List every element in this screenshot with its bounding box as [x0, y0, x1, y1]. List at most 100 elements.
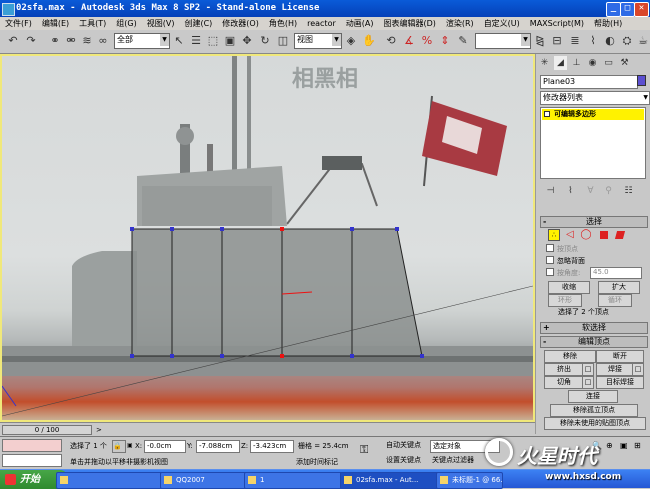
- time-slider[interactable]: 0 / 100 >: [0, 422, 535, 436]
- extrude-settings-button[interactable]: □: [582, 363, 594, 376]
- minimize-button[interactable]: _: [606, 2, 621, 17]
- maximize-button[interactable]: □: [620, 2, 635, 17]
- menu-customize[interactable]: 自定义(U): [479, 17, 525, 30]
- hierarchy-tab-icon[interactable]: ⊥: [570, 56, 583, 70]
- modifier-list-dropdown[interactable]: 修改器列表 ▼: [540, 91, 650, 105]
- configure-sets-icon[interactable]: ☷: [622, 184, 635, 198]
- close-button[interactable]: ✕: [634, 2, 649, 17]
- menu-maxscript[interactable]: MAXScript(M): [525, 17, 589, 30]
- grow-button[interactable]: 扩大: [598, 281, 640, 294]
- make-unique-icon[interactable]: ∀: [584, 184, 597, 198]
- menu-reactor[interactable]: reactor: [302, 17, 341, 30]
- element-mode-icon[interactable]: [614, 231, 626, 239]
- remove-isolated-vertices-button[interactable]: 移除孤立顶点: [550, 404, 638, 417]
- shrink-button[interactable]: 收缩: [548, 281, 590, 294]
- named-selection-icon[interactable]: ✎: [456, 34, 470, 48]
- modify-tab-icon[interactable]: ◢: [554, 56, 567, 70]
- menu-file[interactable]: 文件(F): [0, 17, 37, 30]
- loop-button[interactable]: 循环: [598, 294, 632, 307]
- task-blank[interactable]: [56, 472, 173, 489]
- mirror-icon[interactable]: ⧎: [533, 34, 547, 48]
- key-filters-button[interactable]: 关键点过滤器: [432, 455, 474, 465]
- spinner-snap-icon[interactable]: ⇕: [438, 34, 452, 48]
- menu-animation[interactable]: 动画(A): [341, 17, 379, 30]
- align-icon[interactable]: ⊟: [550, 34, 564, 48]
- x-coordinate-field[interactable]: -0.0cm: [144, 440, 186, 453]
- ignore-backfacing-checkbox[interactable]: 忽略背面: [546, 256, 585, 266]
- vertex-mode-icon[interactable]: ∴: [548, 229, 560, 241]
- select-manipulate-icon[interactable]: ✋: [362, 34, 376, 48]
- window-crossing-icon[interactable]: ▣: [223, 34, 237, 48]
- maxscript-listener[interactable]: [2, 439, 62, 452]
- layer-manager-icon[interactable]: ≣: [568, 34, 582, 48]
- remove-unused-map-vertices-button[interactable]: 移除未使用的贴图顶点: [544, 417, 646, 430]
- remove-modifier-icon[interactable]: ⚲: [602, 184, 615, 198]
- utilities-tab-icon[interactable]: ⚒: [618, 56, 631, 70]
- select-move-icon[interactable]: ✥: [240, 34, 254, 48]
- y-coordinate-field[interactable]: -7.088cm: [196, 440, 240, 453]
- motion-tab-icon[interactable]: ◉: [586, 56, 599, 70]
- link-chain-icon[interactable]: ∞: [96, 34, 110, 48]
- viewport-perspective[interactable]: 相黑相: [0, 54, 535, 422]
- chamfer-button[interactable]: 切角: [544, 376, 584, 389]
- by-vertex-checkbox[interactable]: 按顶点: [546, 244, 578, 254]
- target-weld-button[interactable]: 目标焊接: [596, 376, 644, 389]
- menu-group[interactable]: 组(G): [111, 17, 141, 30]
- lock-selection-icon[interactable]: 🔒: [112, 440, 126, 453]
- selection-filter-dropdown[interactable]: 全部 ▼: [114, 33, 170, 49]
- pin-stack-icon[interactable]: ⊣: [544, 184, 557, 198]
- select-object-icon[interactable]: ↖: [172, 34, 186, 48]
- auto-key-button[interactable]: 自动关键点: [386, 440, 421, 450]
- snap-toggle-icon[interactable]: ⟲: [384, 34, 398, 48]
- menu-create[interactable]: 创建(C): [179, 17, 217, 30]
- render-scene-icon[interactable]: ⛭: [620, 34, 634, 48]
- expand-icon[interactable]: [544, 111, 550, 117]
- maxscript-input[interactable]: [2, 454, 62, 467]
- weld-button[interactable]: 焊接: [596, 363, 634, 376]
- polygon-mode-icon[interactable]: [600, 231, 608, 239]
- selected-vertex-top[interactable]: [280, 227, 284, 231]
- menu-character[interactable]: 角色(H): [264, 17, 302, 30]
- quick-render-icon[interactable]: ☕: [636, 34, 650, 48]
- object-name-field[interactable]: Plane03: [540, 75, 638, 89]
- stack-item-editable-poly[interactable]: 可编辑多边形: [542, 109, 644, 120]
- unlink-icon[interactable]: ⚮: [64, 34, 78, 48]
- menu-views[interactable]: 视图(V): [142, 17, 180, 30]
- next-frame-icon[interactable]: >: [96, 425, 102, 435]
- select-by-name-icon[interactable]: ☰: [189, 34, 203, 48]
- extrude-button[interactable]: 挤出: [544, 363, 584, 376]
- z-coordinate-field[interactable]: -3.423cm: [250, 440, 294, 453]
- menu-help[interactable]: 帮助(H): [589, 17, 627, 30]
- named-selection-dropdown[interactable]: ▼: [475, 33, 531, 49]
- show-end-result-icon[interactable]: ⌇: [564, 184, 577, 198]
- task-folder-1[interactable]: 1: [244, 472, 353, 489]
- menu-tools[interactable]: 工具(T): [74, 17, 111, 30]
- menu-rendering[interactable]: 渲染(R): [441, 17, 479, 30]
- connect-button[interactable]: 连接: [568, 390, 618, 403]
- pivot-center-icon[interactable]: ◈: [344, 34, 358, 48]
- add-time-tag[interactable]: 添加时间标记: [296, 457, 338, 467]
- rect-selection-icon[interactable]: ⬚: [206, 34, 220, 48]
- set-key-button[interactable]: 设置关键点: [386, 455, 421, 465]
- chamfer-settings-button[interactable]: □: [582, 376, 594, 389]
- remove-button[interactable]: 移除: [544, 350, 596, 363]
- selected-vertex-bottom[interactable]: [280, 354, 284, 358]
- undo-icon[interactable]: ↶: [6, 34, 20, 48]
- edit-vertices-rollout-header[interactable]: - 编辑顶点: [540, 336, 648, 348]
- link-icon[interactable]: ⚭: [48, 34, 62, 48]
- angle-spinner[interactable]: 45.0: [590, 267, 642, 279]
- curve-editor-icon[interactable]: ⌇: [586, 34, 600, 48]
- display-tab-icon[interactable]: ▭: [602, 56, 615, 70]
- percent-snap-icon[interactable]: %: [420, 34, 434, 48]
- border-mode-icon[interactable]: ◯: [580, 229, 592, 241]
- create-tab-icon[interactable]: ✳: [538, 56, 551, 70]
- absolute-mode-icon[interactable]: ▣: [127, 441, 133, 451]
- task-qq2007[interactable]: QQ2007: [160, 472, 257, 489]
- bind-space-warp-icon[interactable]: ≋: [80, 34, 94, 48]
- weld-settings-button[interactable]: □: [632, 363, 644, 376]
- time-slider-thumb[interactable]: 0 / 100: [2, 425, 92, 435]
- material-editor-icon[interactable]: ◐: [603, 34, 617, 48]
- key-icon[interactable]: ⚿: [360, 444, 368, 455]
- soft-selection-rollout-header[interactable]: + 软选择: [540, 322, 648, 334]
- ref-coord-dropdown[interactable]: 视图 ▼: [294, 33, 342, 49]
